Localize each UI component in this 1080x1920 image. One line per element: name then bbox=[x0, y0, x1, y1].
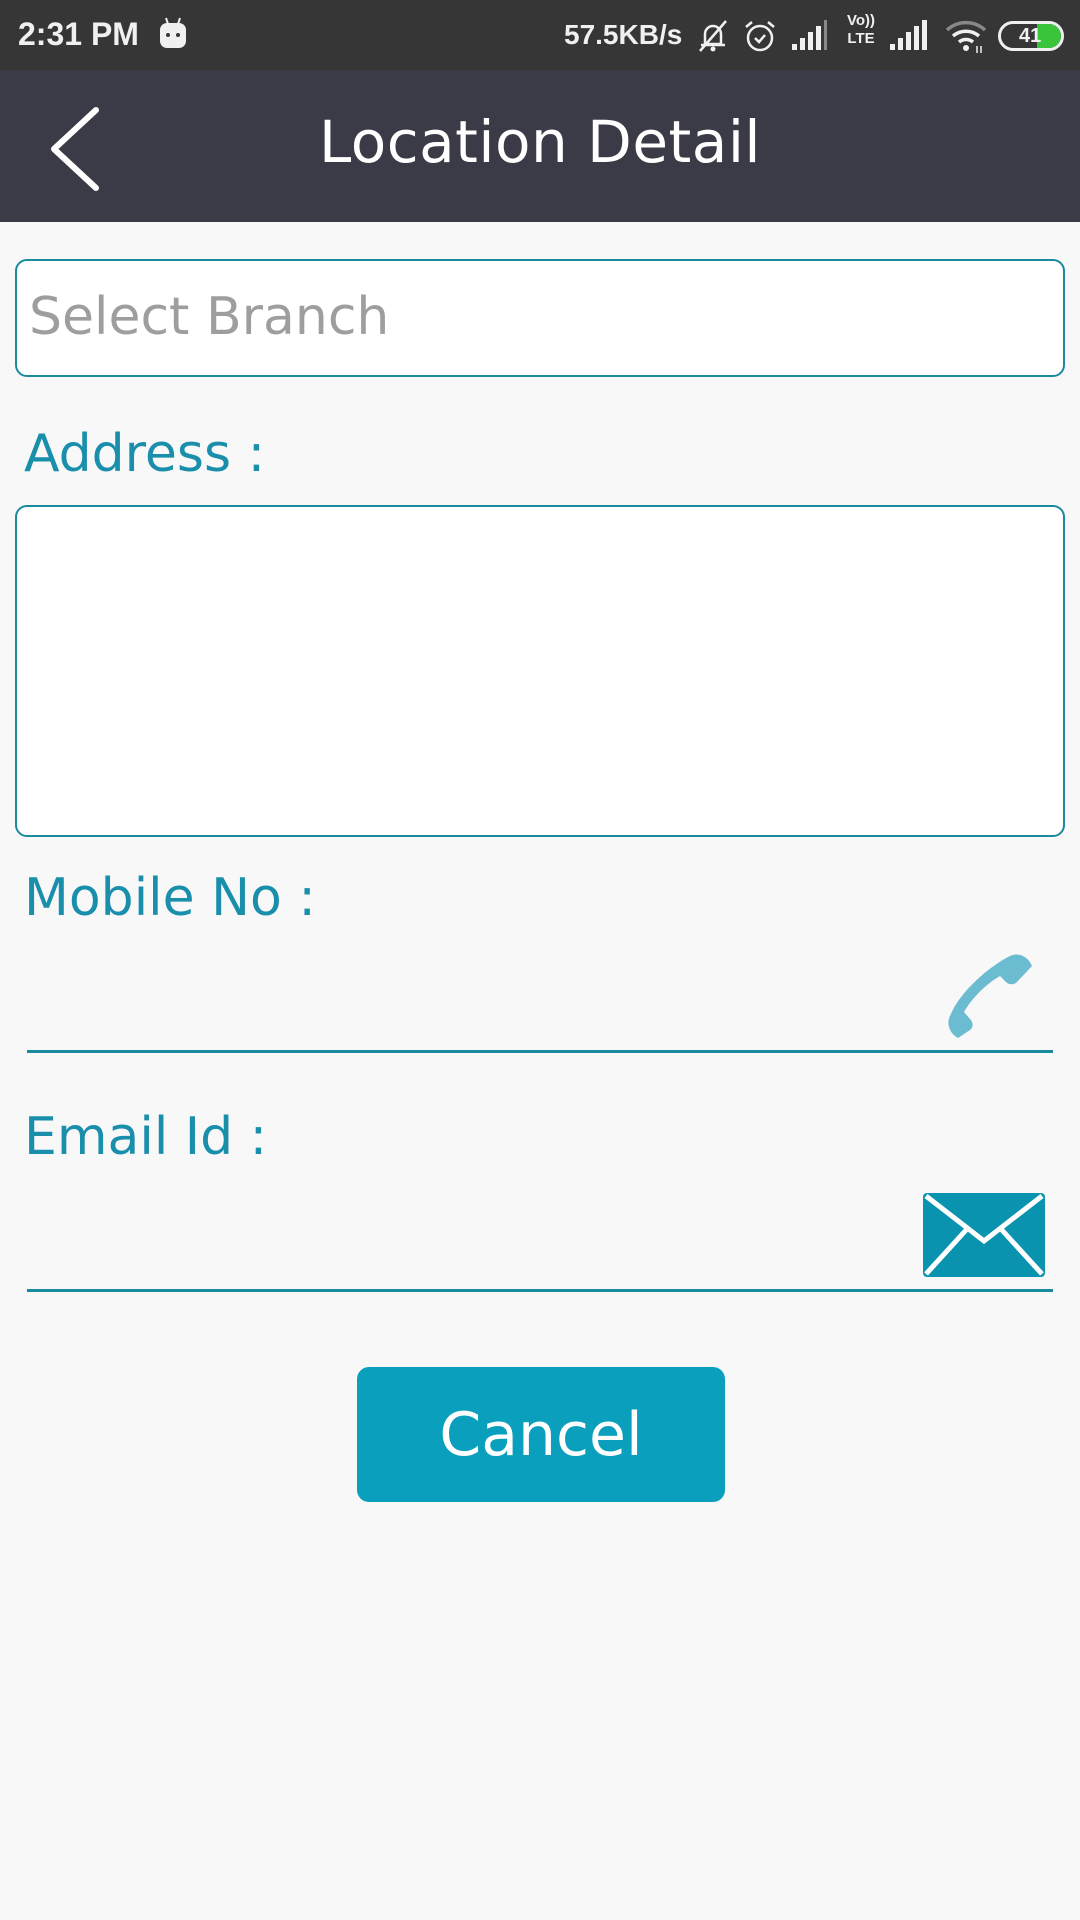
branch-select[interactable]: Select Branch bbox=[15, 259, 1065, 377]
network-speed: 57.5KB/s bbox=[564, 19, 683, 50]
mobile-field[interactable] bbox=[27, 967, 1053, 1053]
app-bar: Location Detail bbox=[0, 70, 1080, 222]
branch-select-placeholder: Select Branch bbox=[29, 287, 390, 347]
silent-bell-icon bbox=[699, 20, 727, 52]
wifi-icon bbox=[945, 20, 987, 53]
volte-icon: Vo)) LTE bbox=[846, 12, 876, 47]
address-field[interactable] bbox=[15, 505, 1065, 837]
signal-icon bbox=[890, 20, 927, 50]
email-label: Email Id : bbox=[24, 1107, 268, 1167]
cancel-button[interactable]: Cancel bbox=[357, 1367, 725, 1502]
page-title: Location Detail bbox=[318, 108, 762, 176]
android-debug-icon bbox=[160, 17, 186, 48]
status-bar: 2:31 PM 57.5KB/s Vo)) LTE 41 bbox=[0, 0, 1080, 70]
mail-icon[interactable] bbox=[923, 1193, 1045, 1277]
address-label: Address : bbox=[24, 424, 266, 484]
signal-icon bbox=[792, 20, 827, 50]
email-field[interactable] bbox=[27, 1206, 1053, 1292]
mobile-label: Mobile No : bbox=[24, 868, 316, 928]
alarm-icon bbox=[745, 21, 775, 52]
status-time: 2:31 PM bbox=[18, 16, 139, 52]
battery-icon: 41 bbox=[998, 21, 1064, 51]
phone-icon[interactable] bbox=[940, 946, 1040, 1046]
